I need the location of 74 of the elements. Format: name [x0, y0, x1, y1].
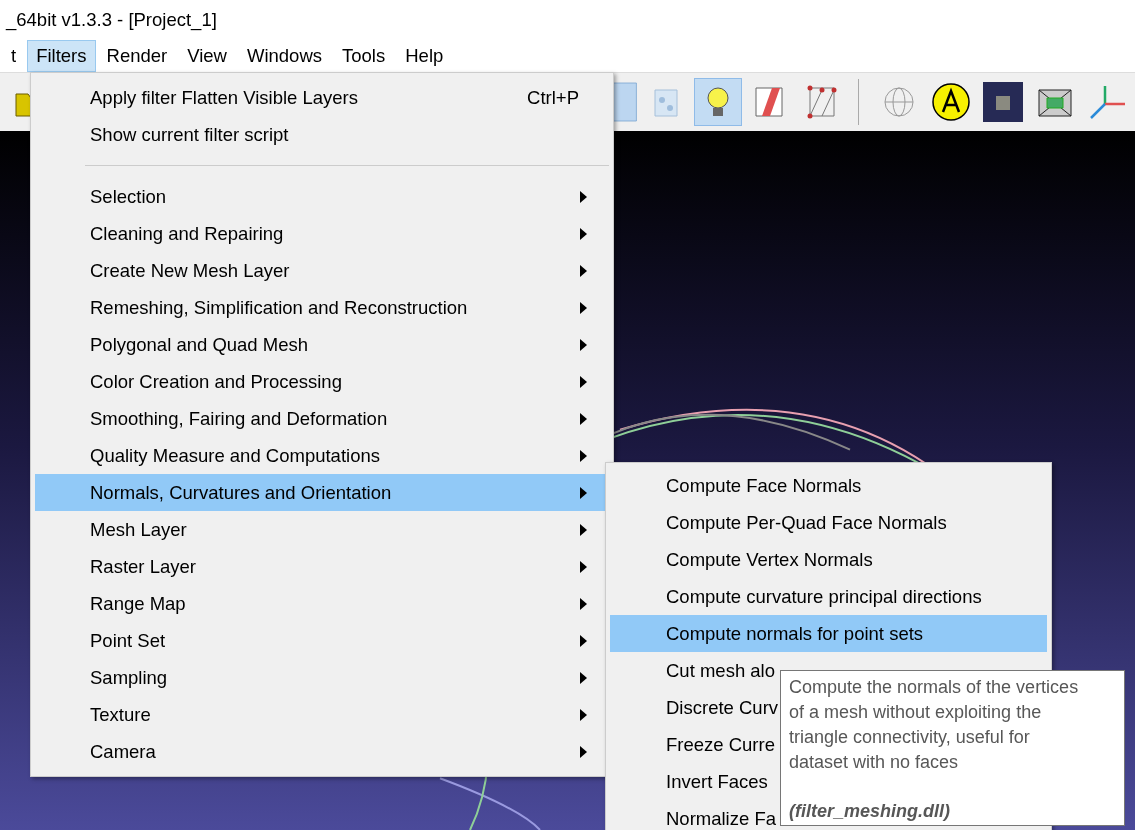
menu-item[interactable]: Smoothing, Fairing and Deformation: [35, 400, 609, 437]
menu-item-label: Create New Mesh Layer: [90, 259, 290, 282]
menu-item-label: Color Creation and Processing: [90, 370, 342, 393]
menu-item[interactable]: Range Map: [35, 585, 609, 622]
cylinder-icon: [613, 82, 637, 122]
submenu-arrow-icon: [580, 523, 587, 536]
menu-bar-item[interactable]: Windows: [237, 40, 332, 72]
menu-item-label: Camera: [90, 740, 156, 763]
submenu-arrow-icon: [580, 560, 587, 573]
menu-item[interactable]: Point Set: [35, 622, 609, 659]
menu-item[interactable]: Compute normals for point sets: [610, 615, 1047, 652]
letter-icon: [931, 82, 971, 122]
menu-item-label: Compute curvature principal directions: [666, 585, 982, 608]
menu-item[interactable]: Raster Layer: [35, 548, 609, 585]
menu-item-label: Polygonal and Quad Mesh: [90, 333, 309, 356]
submenu-arrow-icon: [580, 412, 587, 425]
menu-bar-item[interactable]: View: [178, 40, 236, 72]
menu-item-label: Mesh Layer: [90, 518, 187, 541]
menu-item[interactable]: Polygonal and Quad Mesh: [35, 326, 609, 363]
submenu-arrow-icon: [580, 301, 587, 314]
submenu-arrow-icon: [580, 264, 587, 277]
menu-item-label: Compute normals for point sets: [666, 622, 924, 645]
menu-item-label: Remeshing, Simplification and Reconstruction: [90, 296, 468, 319]
menu-item[interactable]: Compute Per-Quad Face Normals: [610, 504, 1047, 541]
menu-item[interactable]: Show current filter script: [35, 116, 609, 153]
submenu-arrow-icon: [580, 338, 587, 351]
submenu-arrow-icon: [580, 597, 587, 610]
submenu-arrow-icon: [580, 634, 587, 647]
submenu-arrow-icon: [580, 708, 587, 721]
menu-item-label: Point Set: [90, 629, 166, 652]
menu-item[interactable]: Compute curvature principal directions: [610, 578, 1047, 615]
menu-item-label: Smoothing, Fairing and Deformation: [90, 407, 388, 430]
menu-item-label: Texture: [90, 703, 151, 726]
menu-item[interactable]: Color Creation and Processing: [35, 363, 609, 400]
menu-item[interactable]: Cleaning and Repairing: [35, 215, 609, 252]
menu-bar-item[interactable]: t: [2, 40, 26, 72]
menu-item[interactable]: Camera: [35, 733, 609, 770]
window-title: _64bit v1.3.3 - [Project_1]: [6, 9, 217, 31]
submenu-arrow-icon: [580, 190, 587, 203]
menu-item-label: Show current filter script: [90, 123, 289, 146]
shortcut-label: Ctrl+P: [527, 86, 579, 109]
submenu-arrow-icon: [580, 449, 587, 462]
menu-item[interactable]: Create New Mesh Layer: [35, 252, 609, 289]
menu-item[interactable]: Compute Vertex Normals: [610, 541, 1047, 578]
submenu-arrow-icon: [580, 671, 587, 684]
menu-item-label: Range Map: [90, 592, 186, 615]
menu-bar-item[interactable]: Render: [97, 40, 177, 72]
menu-item[interactable]: Compute Face Normals: [610, 467, 1047, 504]
menu-item-label: Cleaning and Repairing: [90, 222, 284, 245]
menu-item[interactable]: Quality Measure and Computations: [35, 437, 609, 474]
menu-item-label: Compute Per-Quad Face Normals: [666, 511, 947, 534]
menu-item[interactable]: Mesh Layer: [35, 511, 609, 548]
menu-item-label: Normals, Curvatures and Orientation: [90, 481, 392, 504]
menu-item[interactable]: Sampling: [35, 659, 609, 696]
menu-item[interactable]: Selection: [35, 178, 609, 215]
menu-item[interactable]: Texture: [35, 696, 609, 733]
menu-item[interactable]: Remeshing, Simplification and Reconstruction: [35, 289, 609, 326]
menu-item-label: Quality Measure and Computations: [90, 444, 380, 467]
menu-item-label: Apply filter Flatten Visible Layers: [90, 86, 359, 109]
menu-bar-item[interactable]: Help: [396, 40, 453, 72]
submenu-arrow-icon: [580, 486, 587, 499]
tooltip-text: Compute the normals of the vertices of a mesh without exploiting the triangle connectivity, useful for dataset with no faces: [789, 676, 1080, 774]
menu-bar-item[interactable]: Tools: [333, 40, 395, 72]
menu-item-label: Compute Face Normals: [666, 474, 862, 497]
submenu-arrow-icon: [580, 375, 587, 388]
menu-bar-item[interactable]: Filters: [27, 40, 96, 72]
menu-item-label: Selection: [90, 185, 167, 208]
menu-item-label: Compute Vertex Normals: [666, 548, 873, 571]
plugin-name: (filter_meshing.dll): [789, 801, 951, 822]
photo-icon: [983, 82, 1023, 122]
menu-item-label: Raster Layer: [90, 555, 196, 578]
submenu-arrow-icon: [580, 227, 587, 240]
submenu-arrow-icon: [580, 745, 587, 758]
menu-item-label: Sampling: [90, 666, 168, 689]
